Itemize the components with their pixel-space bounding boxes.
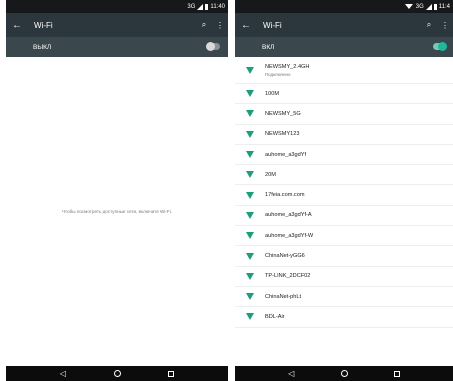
nav-bar: ◁ [6, 366, 228, 381]
wifi-toggle-bar[interactable]: ВКЛ [235, 37, 453, 57]
network-text: auhome_a3gdYf-W [265, 233, 453, 239]
network-text: 17feia.com.com [265, 192, 453, 198]
network-text: 100M [265, 91, 453, 97]
app-bar: ← Wi-Fi ⌕ ⋮ [6, 13, 228, 37]
network-item[interactable]: auhome_a3gdYf [235, 145, 453, 166]
app-bar: ← Wi-Fi ⌕ ⋮ [235, 13, 453, 37]
signal-icon [425, 3, 432, 10]
wifi-signal-icon [235, 151, 265, 159]
nav-bar: ◁ [235, 366, 453, 381]
back-arrow-icon[interactable]: ← [235, 20, 257, 31]
network-name: auhome_a3gdYf [265, 151, 307, 158]
nav-recents-icon[interactable] [393, 370, 400, 377]
wifi-signal-icon [235, 110, 265, 118]
network-item[interactable]: ChinaNet-yGG6 [235, 246, 453, 267]
network-name: 17feia.com.com [265, 192, 305, 199]
network-name: NEWSMY_5G [265, 110, 301, 117]
status-bar: 3G 11:40 [6, 0, 228, 13]
switch-knob [206, 42, 215, 51]
empty-state-message: Чтобы посмотреть доступные сети, включит… [61, 209, 173, 214]
battery-icon [433, 3, 437, 10]
wifi-off-screen: 3G 11:40 ← Wi-Fi ⌕ ⋮ ВЫКЛ Чтобы посмотре… [6, 0, 228, 381]
wifi-signal-icon [235, 130, 265, 138]
network-name: auhome_a3gdYf-A [265, 212, 312, 219]
page-title: Wi-Fi [263, 20, 282, 30]
network-item[interactable]: 17feia.com.com [235, 185, 453, 206]
network-text: NEWSMY_5G [265, 111, 453, 117]
wifi-on-screen: 3G 11:4 ← Wi-Fi ⌕ ⋮ ВКЛ NEWSMY_2.4GH Подк… [235, 0, 453, 381]
nav-back-icon[interactable]: ◁ [60, 369, 66, 378]
network-item[interactable]: NEWSMY123 [235, 125, 453, 145]
network-name: TP-LINK_2DCF02 [265, 273, 311, 280]
network-text: NEWSMY123 [265, 131, 453, 137]
status-bar: 3G 11:4 [235, 0, 453, 13]
network-text: ChinaNet-phLt [265, 294, 453, 300]
wifi-signal-icon [235, 171, 265, 179]
network-item[interactable]: auhome_a3gdYf-W [235, 226, 453, 247]
network-item[interactable]: NEWSMY_5G [235, 104, 453, 125]
switch-knob [438, 42, 447, 51]
wifi-signal-icon [235, 90, 265, 98]
signal-icon [197, 3, 204, 10]
wifi-toggle-label: ВКЛ [262, 43, 275, 51]
wifi-switch[interactable] [206, 42, 220, 51]
page-title: Wi-Fi [34, 20, 53, 30]
network-item[interactable]: BDL-Air [235, 307, 453, 328]
wifi-signal-icon [235, 66, 265, 74]
network-text: 20M [265, 172, 453, 178]
wifi-switch[interactable] [433, 42, 447, 51]
overflow-menu-icon[interactable]: ⋮ [437, 21, 453, 30]
network-text: auhome_a3gdYf-A [265, 212, 453, 218]
wifi-signal-icon [235, 313, 265, 321]
nav-home-icon[interactable] [340, 370, 348, 377]
network-text: BDL-Air [265, 314, 453, 320]
battery-icon [205, 3, 209, 10]
network-name: 100M [265, 90, 279, 97]
network-name: 20M [265, 171, 276, 178]
network-text: TP-LINK_2DCF02 [265, 273, 453, 279]
network-type: 3G [187, 3, 196, 10]
wifi-toggle-bar[interactable]: ВЫКЛ [6, 37, 228, 57]
wifi-signal-icon [235, 211, 265, 219]
network-item[interactable]: NEWSMY_2.4GH Подключено [235, 57, 453, 84]
clock: 11:40 [210, 3, 225, 10]
wifi-signal-icon [235, 232, 265, 240]
network-name: auhome_a3gdYf-W [265, 232, 314, 239]
network-text: auhome_a3gdYf [265, 152, 453, 158]
clock: 11:4 [438, 3, 450, 10]
network-item[interactable]: 20M [235, 165, 453, 186]
network-item[interactable]: auhome_a3gdYf-A [235, 206, 453, 227]
network-type: 3G [415, 3, 424, 10]
network-name: NEWSMY123 [265, 131, 300, 138]
network-name: NEWSMY_2.4GH [265, 63, 310, 70]
wifi-status-icon [404, 4, 413, 9]
search-icon[interactable]: ⌕ [196, 20, 212, 30]
network-name: ChinaNet-phLt [265, 293, 302, 300]
wifi-signal-icon [235, 252, 265, 260]
network-name: BDL-Air [265, 313, 285, 320]
overflow-menu-icon[interactable]: ⋮ [212, 21, 228, 30]
network-item[interactable]: 100M [235, 84, 453, 105]
wifi-toggle-label: ВЫКЛ [33, 43, 52, 51]
network-item[interactable]: TP-LINK_2DCF02 [235, 267, 453, 287]
back-arrow-icon[interactable]: ← [6, 20, 28, 31]
network-status: Подключено [265, 71, 291, 77]
network-text: ChinaNet-yGG6 [265, 253, 453, 259]
network-name: ChinaNet-yGG6 [265, 253, 305, 260]
search-icon[interactable]: ⌕ [421, 20, 437, 30]
network-text: NEWSMY_2.4GH Подключено [265, 64, 453, 77]
nav-recents-icon[interactable] [168, 370, 175, 377]
wifi-signal-icon [235, 191, 265, 199]
nav-back-icon[interactable]: ◁ [288, 369, 294, 378]
wifi-signal-icon [235, 272, 265, 280]
wifi-signal-icon [235, 293, 265, 301]
nav-home-icon[interactable] [113, 370, 121, 377]
network-list: NEWSMY_2.4GH Подключено 100M NEWSMY_5G NEWSM… [235, 57, 453, 328]
network-item[interactable]: ChinaNet-phLt [235, 287, 453, 308]
